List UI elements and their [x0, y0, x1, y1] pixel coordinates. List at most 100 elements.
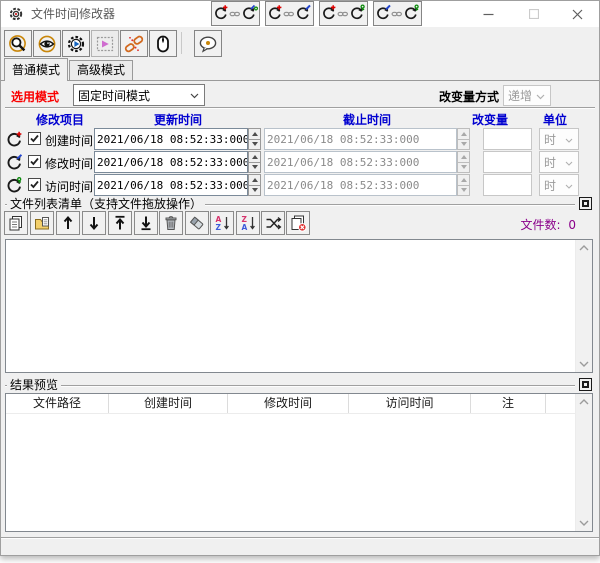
minimize-button[interactable]: [466, 1, 511, 27]
remove-duplicates-icon: [291, 215, 307, 232]
column-create-time[interactable]: 创建时间: [109, 394, 228, 413]
until-time-input-access: [264, 174, 457, 196]
search-button[interactable]: [4, 30, 32, 57]
separator-line: [5, 107, 595, 109]
time-row-modify: 修改时间 时: [1, 151, 599, 173]
help-button[interactable]: [194, 30, 222, 57]
file-list-expand-button[interactable]: [579, 197, 592, 210]
until-time-input-create: [264, 128, 457, 150]
sort-za-button[interactable]: Z A: [236, 211, 260, 235]
link-create-to-modify-button[interactable]: [265, 1, 314, 26]
update-time-spinner-create[interactable]: [248, 128, 261, 150]
column-note[interactable]: 注: [471, 394, 546, 413]
run-button[interactable]: [62, 30, 90, 57]
checkbox-create-time[interactable]: [28, 132, 41, 145]
view-button[interactable]: [33, 30, 61, 57]
clear-list-button[interactable]: [185, 211, 209, 235]
sort-az-button[interactable]: A Z: [210, 211, 234, 235]
move-down-button[interactable]: [82, 211, 106, 235]
preview-list-area[interactable]: 文件路径 创建时间 修改时间 访问时间 注: [5, 393, 593, 532]
toolbar-separator: [181, 32, 182, 54]
eye-icon: [38, 35, 56, 52]
delta-mode-value: 递增: [508, 89, 533, 103]
preview-header-row: 文件路径 创建时间 修改时间 访问时间 注: [6, 394, 576, 414]
add-folder-button[interactable]: [30, 211, 54, 235]
tab-advanced-mode[interactable]: 高级模式: [69, 60, 133, 80]
link-create-to-modify-access-icon: [214, 4, 258, 19]
update-time-input-access[interactable]: [94, 174, 248, 196]
column-filler: [546, 394, 576, 413]
file-list-area[interactable]: [5, 239, 593, 373]
update-time-input-create[interactable]: [94, 128, 248, 150]
chevron-up-icon: [579, 399, 589, 405]
row-label-modify: 修改时间: [45, 157, 94, 171]
preview-scrollbar[interactable]: [575, 394, 592, 531]
unit-value: 时: [544, 178, 557, 193]
column-modify-time[interactable]: 修改时间: [228, 394, 349, 413]
update-time-spinner-modify[interactable]: [248, 151, 261, 173]
column-file-path[interactable]: 文件路径: [6, 394, 109, 413]
checkbox-modify-time[interactable]: [28, 155, 41, 168]
chevron-down-icon: [565, 155, 573, 169]
trash-icon: [165, 216, 177, 230]
svg-text:Z: Z: [216, 223, 222, 232]
mouse-button[interactable]: [149, 30, 177, 57]
clock-modify-icon: [6, 154, 23, 173]
move-up-icon: [63, 215, 73, 229]
sort-az-icon: A Z: [216, 215, 229, 232]
spinner-up-icon: [460, 177, 467, 182]
move-bottom-icon: [141, 216, 151, 231]
chevron-down-icon: [565, 178, 573, 192]
column-access-time[interactable]: 访问时间: [349, 394, 471, 413]
preview-media-button[interactable]: [91, 30, 119, 57]
check-icon: [30, 180, 39, 189]
until-time-input-modify: [264, 151, 457, 173]
tab-normal-mode[interactable]: 普通模式: [4, 58, 68, 81]
app-gear-icon: [8, 6, 24, 25]
scroll-up-arrow[interactable]: [576, 394, 592, 410]
mode-label: 选用模式: [11, 90, 60, 104]
maximize-button[interactable]: [511, 1, 556, 27]
link-create-to-modify-access-button[interactable]: [211, 1, 260, 26]
search-icon: [9, 34, 26, 52]
file-list-scrollbar[interactable]: [575, 240, 592, 372]
update-time-input-modify[interactable]: [94, 151, 248, 173]
chevron-down-icon: [579, 520, 589, 526]
expand-icon: [582, 381, 589, 388]
scroll-down-arrow[interactable]: [576, 356, 592, 372]
run-gear-icon: [67, 35, 85, 52]
check-icon: [30, 134, 39, 143]
move-top-button[interactable]: [108, 211, 132, 235]
close-button[interactable]: [556, 1, 599, 27]
scroll-up-arrow[interactable]: [576, 240, 592, 256]
copy-files-icon: [9, 216, 22, 231]
link-modify-to-access-button[interactable]: [373, 1, 422, 26]
preview-group-line: [5, 385, 575, 387]
eraser-icon: [189, 216, 204, 230]
copy-files-button[interactable]: [4, 211, 28, 235]
mode-select[interactable]: 固定时间模式: [73, 84, 205, 106]
remove-duplicates-button[interactable]: [286, 211, 310, 235]
chevron-down-icon: [190, 88, 199, 102]
move-bottom-button[interactable]: [134, 211, 158, 235]
unlink-button[interactable]: [120, 30, 148, 57]
preview-expand-button[interactable]: [579, 378, 592, 391]
delete-button[interactable]: [159, 211, 183, 235]
link-create-to-access-button[interactable]: [319, 1, 368, 26]
header-delta: 改变量: [471, 113, 508, 127]
move-up-button[interactable]: [56, 211, 80, 235]
move-down-icon: [89, 217, 99, 231]
delta-input-create: [483, 128, 532, 150]
chevron-down-icon: [579, 361, 589, 367]
move-top-icon: [115, 215, 125, 230]
shuffle-button[interactable]: [261, 211, 285, 235]
spinner-up-icon: [460, 154, 467, 159]
checkbox-access-time[interactable]: [28, 178, 41, 191]
scroll-down-arrow[interactable]: [576, 515, 592, 531]
spinner-down-icon: [460, 188, 467, 193]
shuffle-icon: [266, 217, 282, 230]
update-time-spinner-access[interactable]: [248, 174, 261, 196]
close-icon: [572, 9, 583, 19]
delta-input-modify: [483, 151, 532, 173]
file-count: 文件数: 0: [461, 216, 576, 233]
